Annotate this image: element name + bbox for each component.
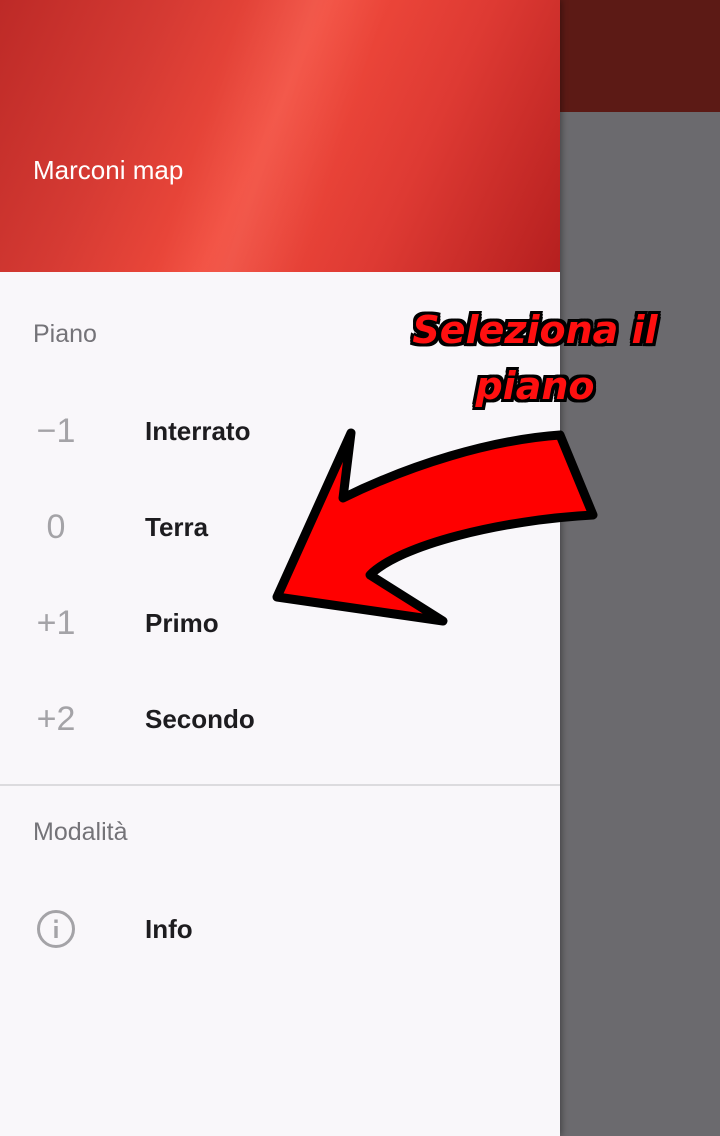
floor-badge-minus1-icon: −1	[36, 411, 76, 450]
floor-item-primo[interactable]: +1 Primo	[0, 575, 560, 671]
floor-section-title: Piano	[33, 320, 97, 348]
floor-item-label: Interrato	[145, 415, 251, 446]
floor-item-label: Terra	[145, 511, 209, 542]
info-icon	[37, 910, 75, 948]
annotation-text-line2: piano	[475, 364, 595, 408]
floor-badge-plus1-icon: +1	[36, 603, 76, 642]
floor-item-secondo[interactable]: +2 Secondo	[0, 671, 560, 767]
floor-item-terra[interactable]: 0 Terra	[0, 479, 560, 575]
navigation-drawer: Marconi map Piano −1 Interrato 0 Terra +…	[0, 0, 560, 1136]
drawer-header: Marconi map	[0, 0, 560, 272]
mode-item-info[interactable]: Info	[0, 881, 560, 977]
floor-item-label: Secondo	[145, 703, 255, 734]
floor-item-label: Primo	[145, 607, 219, 638]
mode-item-label: Info	[145, 913, 193, 944]
drawer-divider	[0, 784, 560, 786]
floor-badge-0-icon: 0	[46, 507, 66, 546]
mode-section-title: Modalità	[33, 818, 128, 846]
annotation-text-line1: Seleziona il	[412, 308, 658, 352]
floor-badge-plus2-icon: +2	[36, 699, 76, 738]
drawer-header-title: Marconi map	[33, 155, 184, 185]
